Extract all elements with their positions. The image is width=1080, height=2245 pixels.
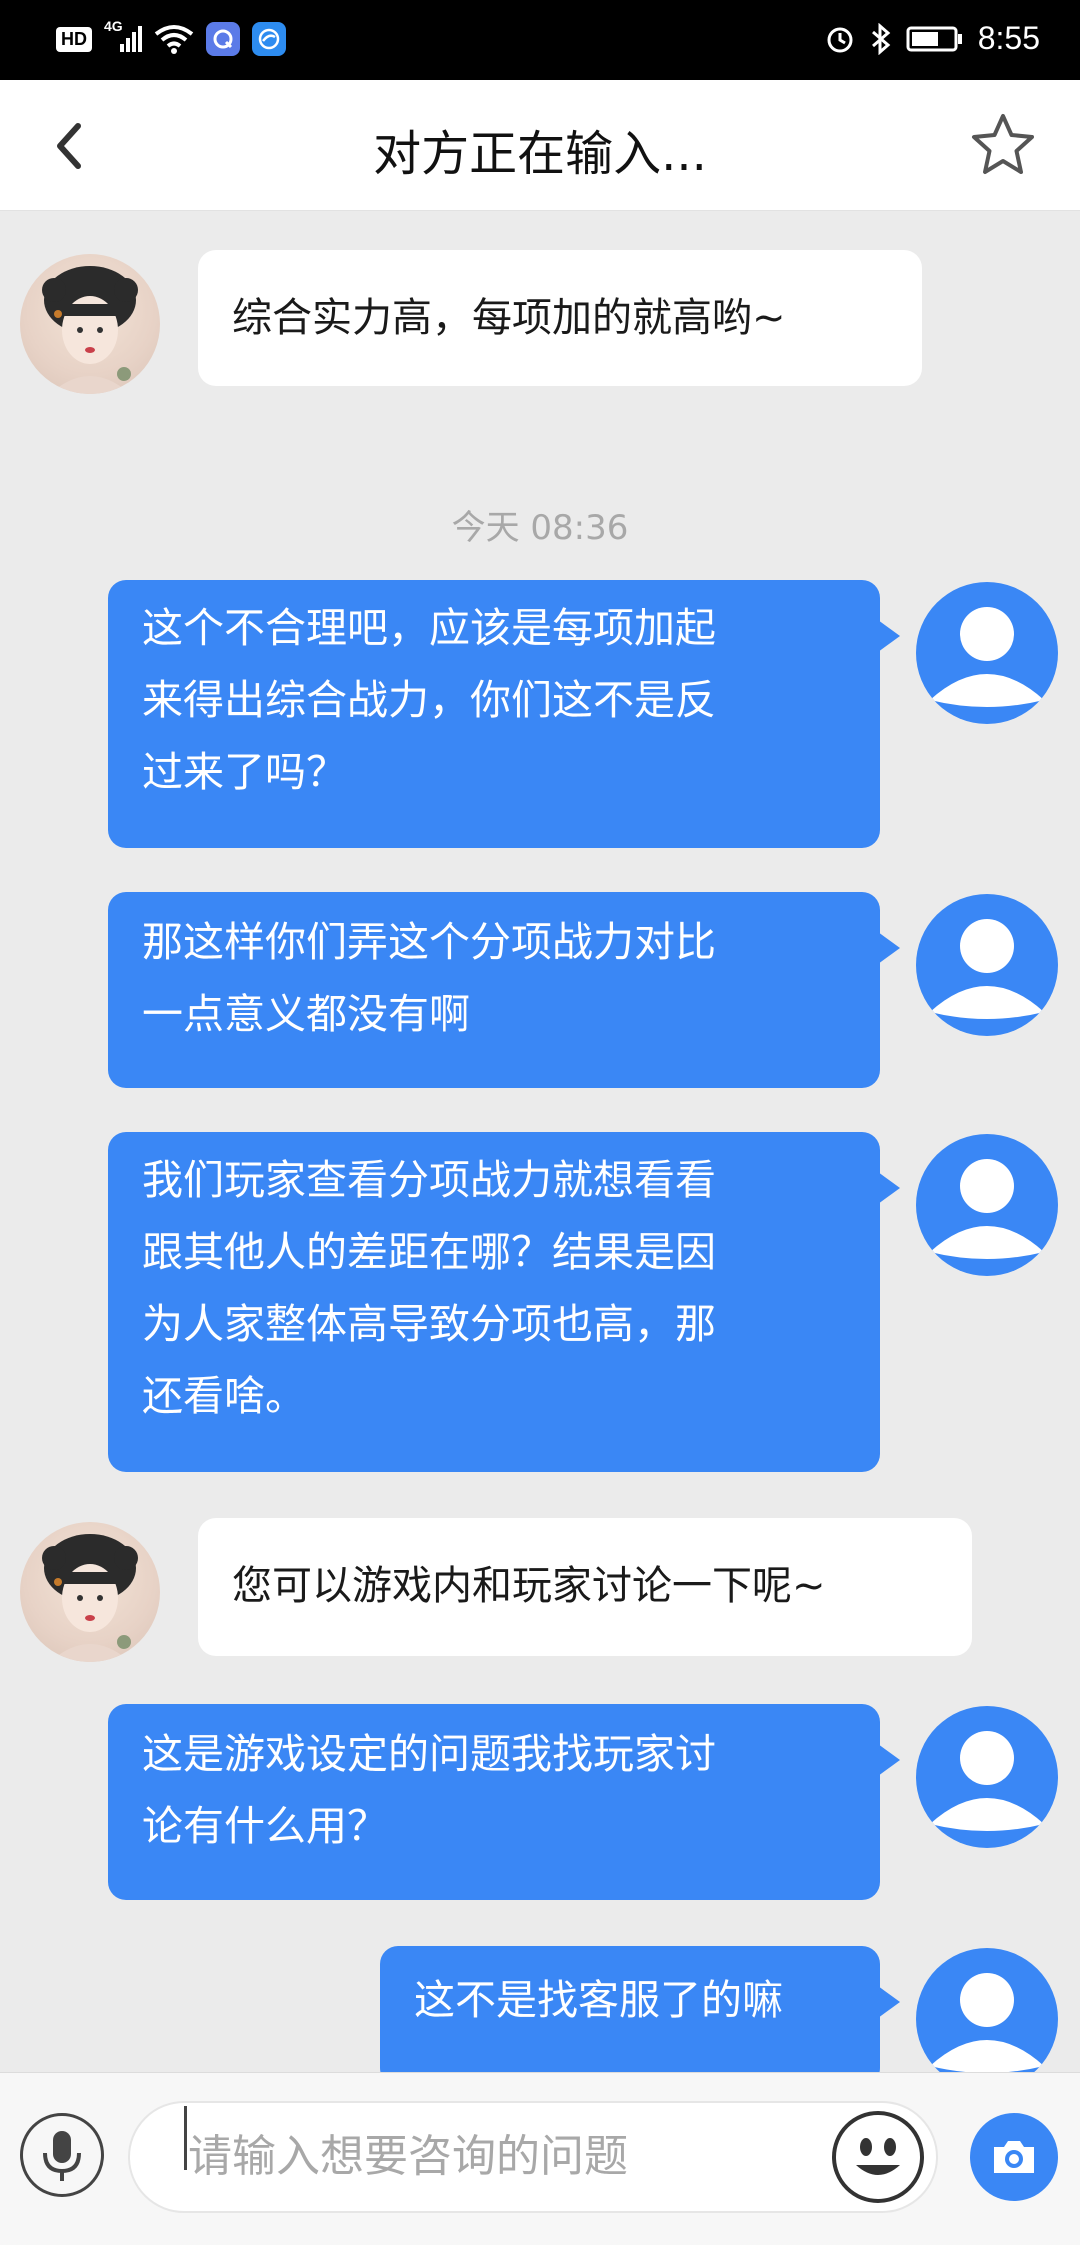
agent-avatar[interactable] <box>20 1522 160 1662</box>
message-text-line: 那这样你们弄这个分项战力对比 <box>142 918 716 966</box>
message-text-line: 综合实力高，每项加的就高哟~ <box>232 295 786 341</box>
message-text-line: 还看啥。 <box>142 1372 306 1420</box>
star-outline-icon[interactable] <box>968 110 1038 180</box>
chat-area[interactable]: 综合实力高，每项加的就高哟~ 今天 08:36 这个不合理吧，应该是每项加起 来… <box>0 210 1080 2072</box>
message-text-line: 我们玩家查看分项战力就想看看 <box>142 1156 716 1204</box>
text-cursor <box>184 2106 187 2170</box>
signal-icon: 4G <box>104 18 142 52</box>
wifi-icon <box>154 25 194 54</box>
status-time: 8:55 <box>977 20 1040 56</box>
message-text-line: 过来了吗？ <box>142 748 347 796</box>
message-input[interactable]: 请输入想要咨询的问题 <box>128 2101 938 2213</box>
page-title: 对方正在输入... <box>373 126 707 182</box>
input-bar: 请输入想要咨询的问题 <box>0 2072 1080 2245</box>
microphone-icon[interactable] <box>20 2113 104 2197</box>
message-text-line: 来得出综合战力，你们这不是反 <box>142 676 716 724</box>
message-text-line: 这个不合理吧，应该是每项加起 <box>142 604 716 652</box>
camera-icon[interactable] <box>970 2113 1058 2201</box>
message-text-line: 这是游戏设定的问题我找玩家讨 <box>142 1730 716 1778</box>
user-avatar[interactable] <box>916 1948 1058 2072</box>
message-text-line: 您可以游戏内和玩家讨论一下呢~ <box>232 1563 826 1609</box>
user-message-bubble: 我们玩家查看分项战力就想看看 跟其他人的差距在哪？结果是因 为人家整体高导致分项… <box>108 1132 900 1472</box>
status-bar: HD 4G 8:55 <box>0 0 1080 80</box>
alarm-icon <box>827 27 853 52</box>
user-avatar[interactable] <box>916 1706 1058 1848</box>
message-text-line: 跟其他人的差距在哪？结果是因 <box>142 1228 716 1276</box>
message-text-line: 论有什么用？ <box>142 1802 388 1850</box>
user-avatar[interactable] <box>916 582 1058 724</box>
message-text-line: 为人家整体高导致分项也高，那 <box>142 1300 716 1348</box>
user-message-bubble: 这是游戏设定的问题我找玩家讨 论有什么用？ <box>108 1704 900 1900</box>
message-text-line: 一点意义都没有啊 <box>142 990 470 1038</box>
message-timestamp: 今天 08:36 <box>451 508 629 548</box>
network-label: 4G <box>104 18 123 34</box>
user-avatar[interactable] <box>916 1134 1058 1276</box>
battery-icon <box>906 26 962 51</box>
app-notification-icon <box>206 22 240 56</box>
hd-badge: HD <box>56 26 92 52</box>
user-avatar[interactable] <box>916 894 1058 1036</box>
chat-header: 对方正在输入... <box>0 80 1080 211</box>
agent-avatar[interactable] <box>20 254 160 394</box>
user-message-bubble: 那这样你们弄这个分项战力对比 一点意义都没有啊 <box>108 892 900 1088</box>
message-text-line: 这不是找客服了的嘛 <box>414 1976 783 2024</box>
bluetooth-icon <box>871 22 891 55</box>
user-message-bubble: 这个不合理吧，应该是每项加起 来得出综合战力，你们这不是反 过来了吗？ <box>108 580 900 848</box>
browser-notification-icon <box>252 22 286 56</box>
agent-message-bubble: 您可以游戏内和玩家讨论一下呢~ <box>198 1518 972 1656</box>
user-message-bubble: 这不是找客服了的嘛 <box>380 1946 900 2072</box>
agent-message-bubble: 综合实力高，每项加的就高哟~ <box>198 250 922 386</box>
emoji-icon[interactable] <box>832 2111 924 2203</box>
